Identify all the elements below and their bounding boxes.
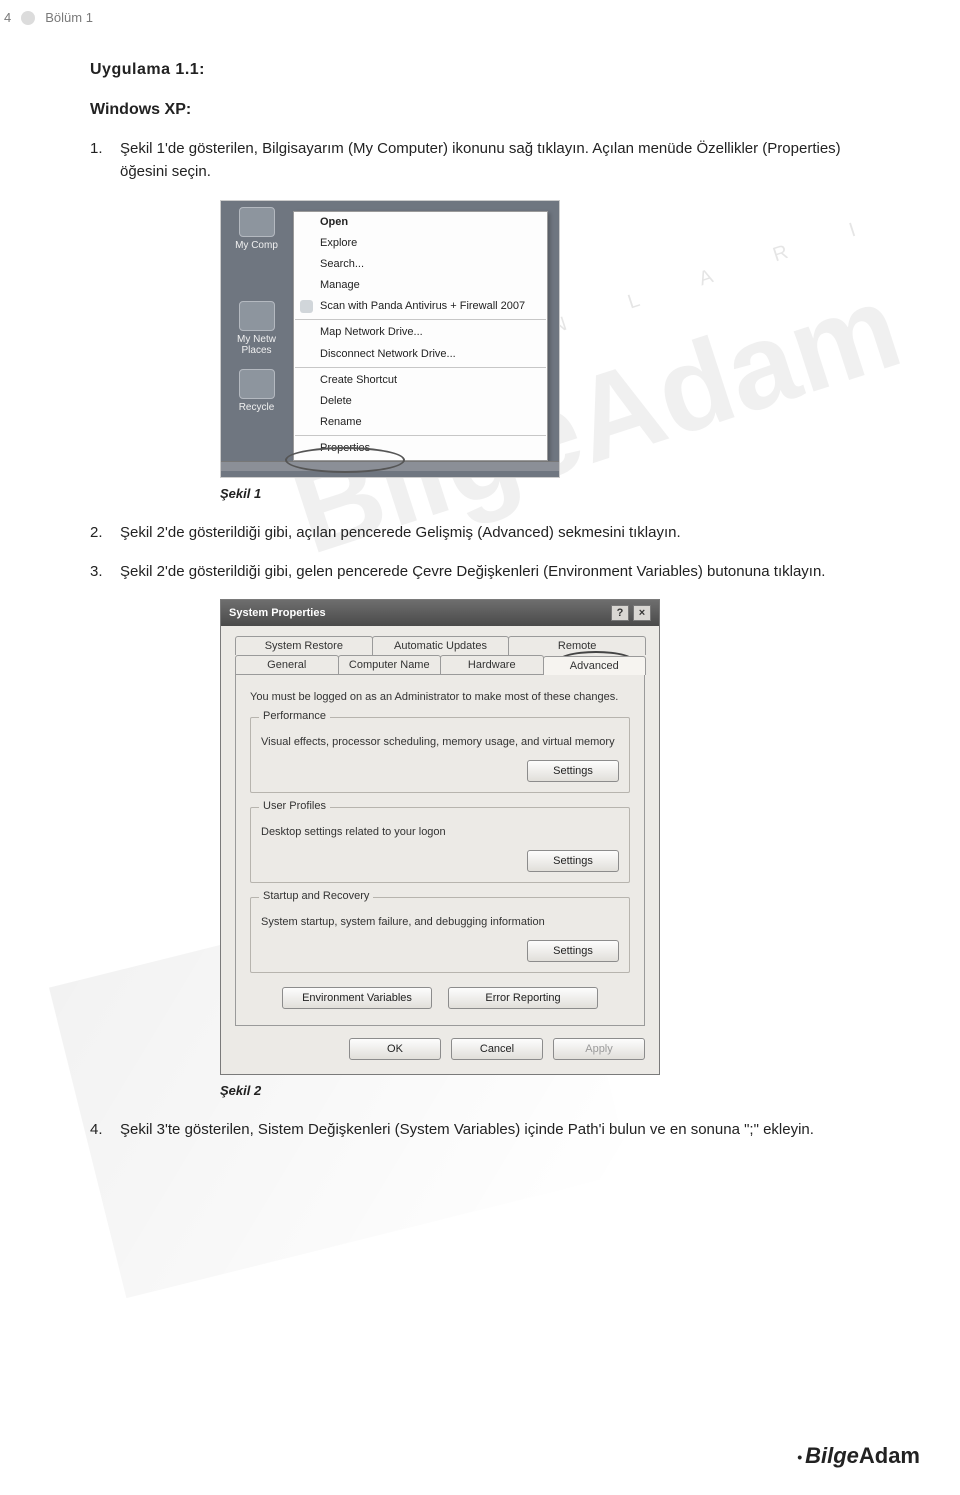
menu-item-disconnect-drive[interactable]: Disconnect Network Drive... xyxy=(294,344,547,365)
menu-item-create-shortcut[interactable]: Create Shortcut xyxy=(294,370,547,391)
menu-item-search[interactable]: Search... xyxy=(294,254,547,275)
menu-item-map-drive[interactable]: Map Network Drive... xyxy=(294,322,547,343)
menu-item-rename[interactable]: Rename xyxy=(294,412,547,433)
step-text: Şekil 1'de gösterilen, Bilgisayarım (My … xyxy=(120,137,880,184)
step-item: 1. Şekil 1'de gösterilen, Bilgisayarım (… xyxy=(90,137,880,184)
tab-panel-advanced: You must be logged on as an Administrato… xyxy=(235,674,645,1026)
step-item: 4. Şekil 3'te gösterilen, Sistem Değişke… xyxy=(90,1118,880,1141)
recycle-icon xyxy=(239,369,275,399)
chapter-label: Bölüm 1 xyxy=(45,10,93,25)
network-icon xyxy=(239,301,275,331)
page-bullet-icon xyxy=(21,11,35,25)
footer-logo: •BilgeAdam xyxy=(797,1443,920,1469)
page-header: 4 Bölüm 1 xyxy=(0,0,960,31)
desktop-icon-label: Recycle xyxy=(239,402,275,413)
group-legend: User Profiles xyxy=(259,800,330,812)
menu-separator xyxy=(295,319,546,320)
help-button[interactable]: ? xyxy=(611,605,629,621)
context-menu: Open Explore Search... Manage Scan with … xyxy=(293,211,548,461)
page-number: 4 xyxy=(4,10,11,25)
cancel-button[interactable]: Cancel xyxy=(451,1038,543,1060)
tab-general[interactable]: General xyxy=(235,655,339,674)
group-description: System startup, system failure, and debu… xyxy=(261,916,619,928)
step-item: 3. Şekil 2'de gösterildiği gibi, gelen p… xyxy=(90,560,880,583)
menu-item-explore[interactable]: Explore xyxy=(294,233,547,254)
desktop-icon-my-computer[interactable]: My Comp xyxy=(229,207,284,251)
tab-computer-name[interactable]: Computer Name xyxy=(338,655,442,674)
group-legend: Performance xyxy=(259,710,330,722)
ok-button[interactable]: OK xyxy=(349,1038,441,1060)
apply-button[interactable]: Apply xyxy=(553,1038,645,1060)
group-performance: Performance Visual effects, processor sc… xyxy=(250,717,630,793)
desktop-icon-label: My Netw Places xyxy=(237,334,276,356)
figure-1-caption: Şekil 1 xyxy=(220,486,880,501)
shield-icon xyxy=(300,300,313,313)
menu-item-properties[interactable]: Properties xyxy=(294,438,547,459)
logo-pre: Bilge xyxy=(805,1443,859,1468)
menu-item-delete[interactable]: Delete xyxy=(294,391,547,412)
step-item: 2. Şekil 2'de gösterildiği gibi, açılan … xyxy=(90,521,880,544)
dialog-titlebar[interactable]: System Properties ? × xyxy=(221,600,659,626)
close-button[interactable]: × xyxy=(633,605,651,621)
menu-item-manage[interactable]: Manage xyxy=(294,275,547,296)
tab-advanced[interactable]: Advanced xyxy=(543,656,647,675)
taskbar-edge xyxy=(221,461,559,471)
section-title: Uygulama 1.1: xyxy=(90,61,880,79)
step-number: 4. xyxy=(90,1118,120,1141)
step-text: Şekil 2'de gösterildiği gibi, açılan pen… xyxy=(120,521,681,544)
error-reporting-button[interactable]: Error Reporting xyxy=(448,987,598,1009)
menu-item-open[interactable]: Open xyxy=(294,212,547,233)
computer-icon xyxy=(239,207,275,237)
step-number: 2. xyxy=(90,521,120,544)
menu-separator xyxy=(295,435,546,436)
step-text: Şekil 2'de gösterildiği gibi, gelen penc… xyxy=(120,560,825,583)
startup-recovery-settings-button[interactable]: Settings xyxy=(527,940,619,962)
tab-system-restore[interactable]: System Restore xyxy=(235,636,373,655)
step-number: 1. xyxy=(90,137,120,160)
dialog-title: System Properties xyxy=(229,607,326,619)
desktop-icon-label: My Comp xyxy=(235,240,278,251)
desktop-icon-my-network[interactable]: My Netw Places xyxy=(229,301,284,356)
step-text: Şekil 3'te gösterilen, Sistem Değişkenle… xyxy=(120,1118,814,1141)
desktop-icon-recycle[interactable]: Recycle xyxy=(229,369,284,413)
group-startup-recovery: Startup and Recovery System startup, sys… xyxy=(250,897,630,973)
tab-hardware[interactable]: Hardware xyxy=(440,655,544,674)
logo-post: Adam xyxy=(859,1443,920,1468)
group-description: Desktop settings related to your logon xyxy=(261,826,619,838)
figure-2-caption: Şekil 2 xyxy=(220,1083,880,1098)
section-subtitle: Windows XP: xyxy=(90,101,880,119)
step-number: 3. xyxy=(90,560,120,583)
tab-automatic-updates[interactable]: Automatic Updates xyxy=(372,636,510,655)
group-user-profiles: User Profiles Desktop settings related t… xyxy=(250,807,630,883)
environment-variables-button[interactable]: Environment Variables xyxy=(282,987,432,1009)
performance-settings-button[interactable]: Settings xyxy=(527,760,619,782)
menu-item-scan[interactable]: Scan with Panda Antivirus + Firewall 200… xyxy=(294,296,547,317)
system-properties-dialog: System Properties ? × System Restore Aut… xyxy=(220,599,660,1075)
figure-1: My Comp My Netw Places Recycle Open Expl… xyxy=(220,200,560,478)
menu-separator xyxy=(295,367,546,368)
group-description: Visual effects, processor scheduling, me… xyxy=(261,736,619,748)
group-legend: Startup and Recovery xyxy=(259,890,373,902)
admin-notice: You must be logged on as an Administrato… xyxy=(250,691,630,703)
tab-remote[interactable]: Remote xyxy=(508,636,646,655)
user-profiles-settings-button[interactable]: Settings xyxy=(527,850,619,872)
logo-dot-icon: • xyxy=(797,1449,802,1465)
